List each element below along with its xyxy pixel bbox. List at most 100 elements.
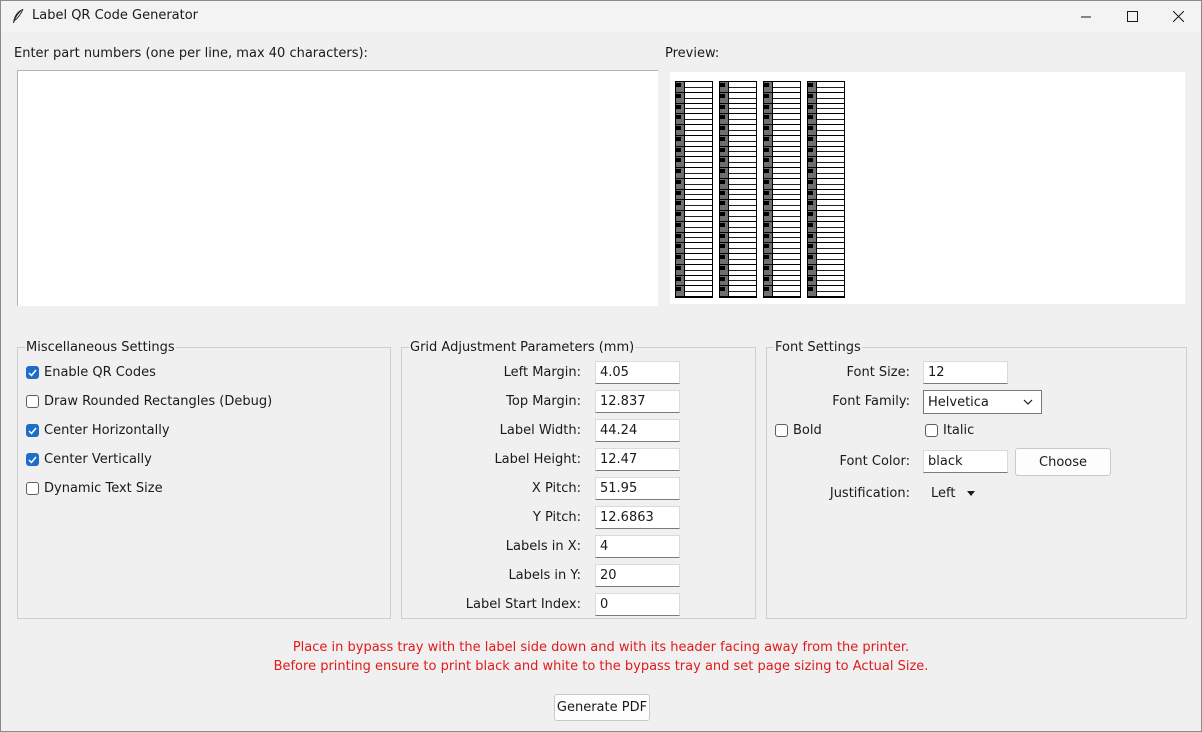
preview-label <box>808 232 844 244</box>
font-family-select[interactable]: Helvetica <box>923 390 1042 414</box>
checkbox-box <box>26 366 39 379</box>
grid-field-label: Y Pitch: <box>532 510 581 525</box>
misc-checkbox-3[interactable]: Center Horizontally <box>26 423 170 438</box>
preview-label <box>676 82 712 93</box>
preview-label <box>676 254 712 265</box>
preview-label <box>764 221 800 233</box>
justification-menu[interactable]: Left <box>931 486 976 501</box>
grid-field-input[interactable] <box>595 419 680 442</box>
preview-label <box>764 114 800 125</box>
preview-label <box>808 286 844 297</box>
text-line <box>685 237 712 239</box>
checkbox-box <box>26 395 39 408</box>
grid-field-input[interactable] <box>595 361 680 384</box>
qr-marker <box>676 179 681 184</box>
qr-marker <box>676 255 681 259</box>
preview-label <box>764 146 800 158</box>
text-line <box>685 205 712 207</box>
misc-checkbox-4[interactable]: Center Vertically <box>26 452 152 467</box>
qr-marker <box>676 104 681 109</box>
misc-checkbox-5[interactable]: Dynamic Text Size <box>26 481 163 496</box>
checkbox-box <box>775 424 788 437</box>
qr-marker <box>764 83 769 87</box>
preview-label <box>808 254 844 265</box>
preview-label <box>808 243 844 254</box>
font-color-label: Font Color: <box>839 454 910 469</box>
text-line <box>729 183 756 185</box>
preview-label <box>808 157 844 168</box>
preview-label-column <box>807 81 845 298</box>
choose-color-button[interactable]: Choose <box>1015 448 1111 476</box>
preview-label <box>676 221 712 233</box>
text-line <box>773 237 800 239</box>
preview-label <box>676 92 712 104</box>
title-bar[interactable]: Label QR Code Generator <box>1 1 1201 32</box>
preview-label <box>676 200 712 211</box>
text-line <box>729 291 756 293</box>
preview-label <box>720 232 756 244</box>
bold-checkbox[interactable]: Bold <box>775 423 822 438</box>
preview-label <box>720 189 756 201</box>
minimize-button[interactable] <box>1063 1 1109 32</box>
checkbox-label: Enable QR Codes <box>44 365 156 380</box>
qr-marker <box>720 126 725 130</box>
preview-label <box>720 275 756 287</box>
text-line <box>685 215 712 217</box>
justification-label: Justification: <box>829 486 910 501</box>
qr-marker <box>720 158 725 163</box>
preview-label <box>676 243 712 254</box>
qr-marker <box>808 276 813 281</box>
text-line <box>817 162 844 164</box>
qr-marker <box>676 265 681 270</box>
text-line <box>729 226 756 228</box>
preview-label <box>676 114 712 125</box>
preview-label <box>764 286 800 297</box>
font-color-input[interactable] <box>923 450 1008 473</box>
grid-field-input[interactable] <box>595 564 680 587</box>
qr-marker <box>764 201 769 206</box>
preview-label <box>808 221 844 233</box>
preview-label <box>676 146 712 158</box>
qr-marker <box>808 255 813 259</box>
grid-field-input[interactable] <box>595 390 680 413</box>
qr-marker <box>808 190 813 195</box>
grid-field-label: Labels in Y: <box>508 568 581 583</box>
grid-field-input[interactable] <box>595 535 680 558</box>
qr-marker <box>808 83 813 87</box>
text-line <box>817 172 844 174</box>
text-line <box>817 248 844 250</box>
qr-marker <box>676 276 681 281</box>
qr-marker <box>764 276 769 281</box>
text-line <box>773 205 800 207</box>
grid-field-input[interactable] <box>595 448 680 471</box>
justification-value: Left <box>931 486 956 501</box>
qr-marker <box>720 255 725 259</box>
generate-pdf-button[interactable]: Generate PDF <box>554 694 650 721</box>
part-numbers-input[interactable] <box>17 70 658 306</box>
close-icon <box>1172 11 1184 22</box>
text-line <box>729 205 756 207</box>
text-line <box>685 108 712 110</box>
text-line <box>817 86 844 88</box>
preview-label <box>808 114 844 125</box>
grid-field-input[interactable] <box>595 506 680 529</box>
text-line <box>773 162 800 164</box>
qr-marker <box>808 233 813 238</box>
preview-label <box>720 92 756 104</box>
qr-marker <box>720 93 725 98</box>
close-button[interactable] <box>1155 1 1201 32</box>
qr-marker <box>808 104 813 109</box>
italic-checkbox[interactable]: Italic <box>925 423 974 438</box>
misc-checkbox-1[interactable]: Enable QR Codes <box>26 365 156 380</box>
window-title: Label QR Code Generator <box>32 8 199 23</box>
grid-field-input[interactable] <box>595 477 680 500</box>
qr-marker <box>720 222 725 227</box>
italic-label: Italic <box>943 423 975 438</box>
grid-field-input[interactable] <box>595 593 680 616</box>
maximize-button[interactable] <box>1109 1 1155 32</box>
text-line <box>817 151 844 153</box>
preview-label <box>720 82 756 93</box>
misc-checkbox-2[interactable]: Draw Rounded Rectangles (Debug) <box>26 394 272 409</box>
font-size-input[interactable] <box>923 361 1008 384</box>
preview-label <box>764 254 800 265</box>
